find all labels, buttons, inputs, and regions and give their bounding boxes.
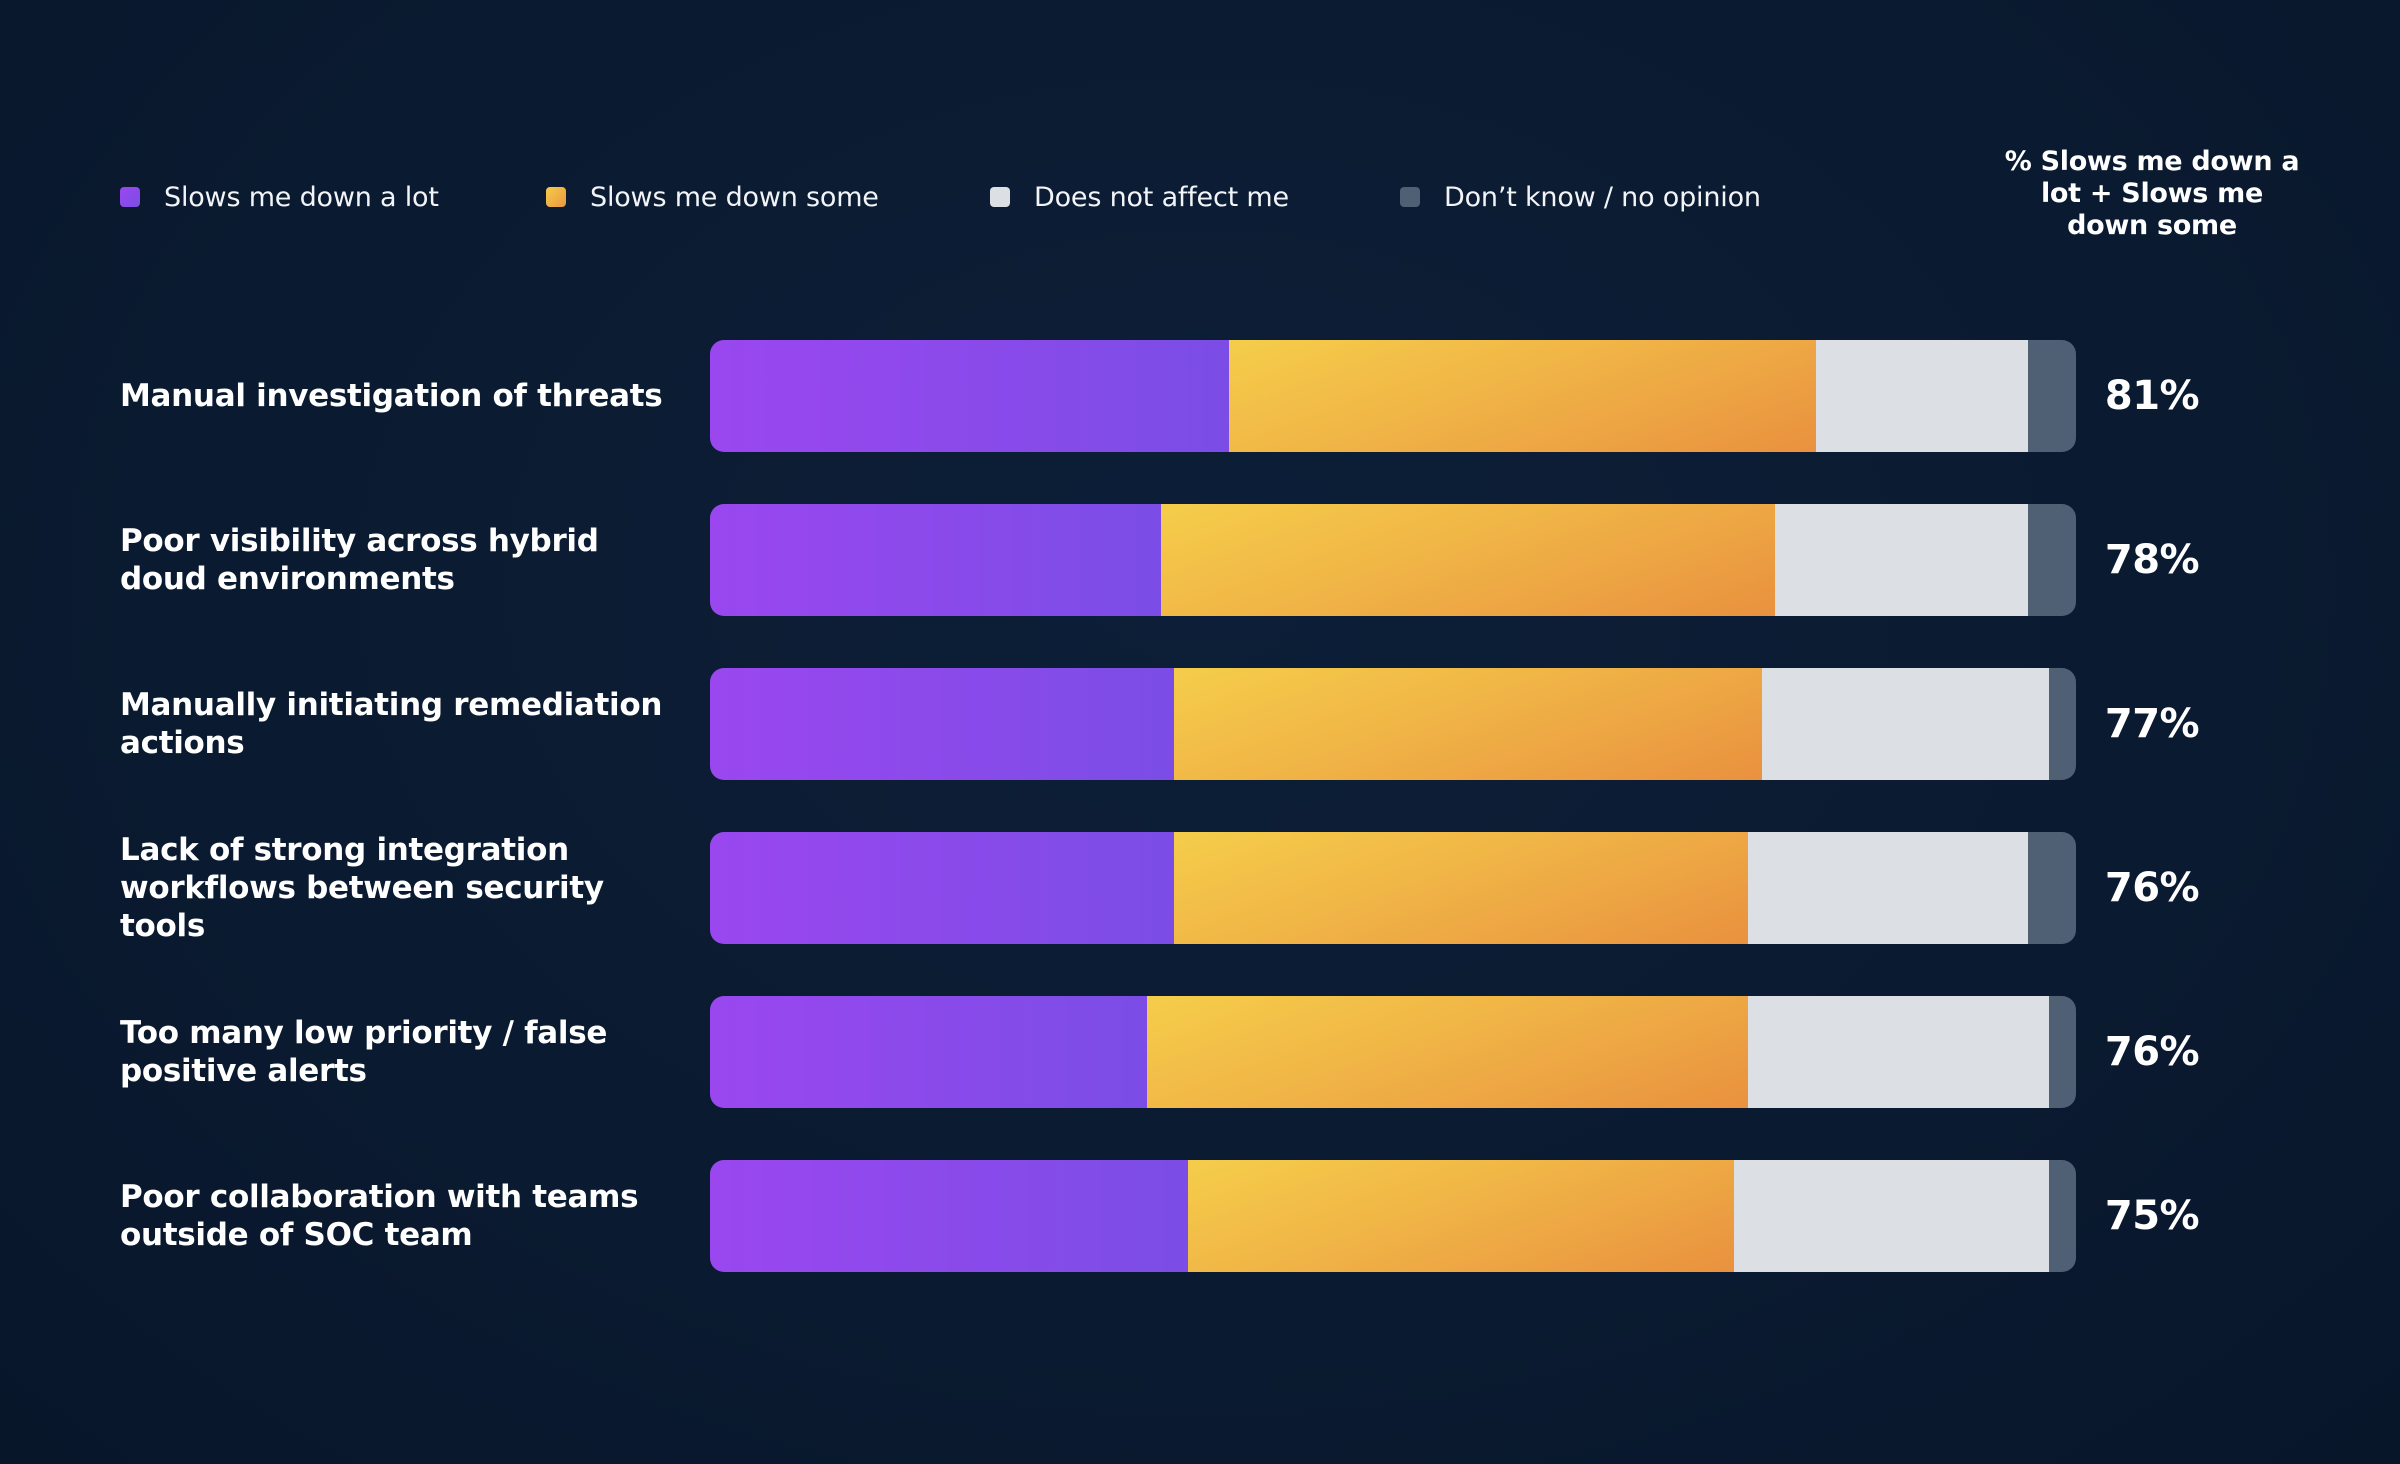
- stacked-bar: [710, 832, 2076, 944]
- chart-row: Manual investigation of threats 81%: [0, 340, 2400, 452]
- category-label: Lack of strong integration workflows bet…: [120, 832, 604, 944]
- category-label: Poor visibility across hybrid doud envir…: [120, 523, 599, 597]
- stacked-bar: [710, 668, 2076, 780]
- stacked-bar: [710, 996, 2076, 1108]
- segment-slows-some: [1147, 996, 1749, 1108]
- category-label: Poor collaboration with teams outside of…: [120, 1179, 639, 1253]
- stacked-bar-chart: Manual investigation of threats 81% Poor v…: [0, 0, 2400, 1464]
- segment-slows-a-lot: [710, 1160, 1189, 1272]
- chart-row: Too many low priority / false positive a…: [0, 996, 2400, 1108]
- segment-slows-some: [1229, 340, 1817, 452]
- segment-does-not-affect: [1816, 340, 2029, 452]
- segment-slows-some: [1160, 504, 1776, 616]
- category-label: Too many low priority / false positive a…: [120, 1015, 608, 1089]
- segment-slows-a-lot: [710, 832, 1175, 944]
- segment-does-not-affect: [1775, 504, 2029, 616]
- segment-slows-a-lot: [710, 340, 1230, 452]
- segment-slows-some: [1188, 1160, 1735, 1272]
- segment-slows-some: [1174, 832, 1749, 944]
- total-percent-label: 77%: [2104, 701, 2200, 747]
- category-label: Manual investigation of threats: [120, 378, 663, 414]
- segment-slows-a-lot: [710, 668, 1175, 780]
- segment-slows-a-lot: [710, 996, 1148, 1108]
- stacked-bar: [710, 504, 2076, 616]
- segment-does-not-affect: [1748, 832, 2029, 944]
- segment-does-not-affect: [1748, 996, 2049, 1108]
- total-percent-label: 76%: [2104, 865, 2200, 911]
- segment-does-not-affect: [1761, 668, 2049, 780]
- total-percent-label: 78%: [2104, 537, 2200, 583]
- segment-slows-some: [1174, 668, 1762, 780]
- total-percent-label: 81%: [2104, 373, 2200, 419]
- chart-row: Poor collaboration with teams outside of…: [0, 1160, 2400, 1272]
- chart-row: Lack of strong integration workflows bet…: [0, 832, 2400, 944]
- segment-does-not-affect: [1734, 1160, 2049, 1272]
- category-label: Manually initiating remediation actions: [120, 687, 663, 761]
- stacked-bar: [710, 340, 2076, 452]
- stacked-bar: [710, 1160, 2076, 1272]
- total-percent-label: 75%: [2104, 1193, 2200, 1239]
- total-percent-label: 76%: [2104, 1029, 2200, 1075]
- segment-slows-a-lot: [710, 504, 1161, 616]
- chart-row: Poor visibility across hybrid doud envir…: [0, 504, 2400, 616]
- chart-row: Manually initiating remediation actions 7…: [0, 668, 2400, 780]
